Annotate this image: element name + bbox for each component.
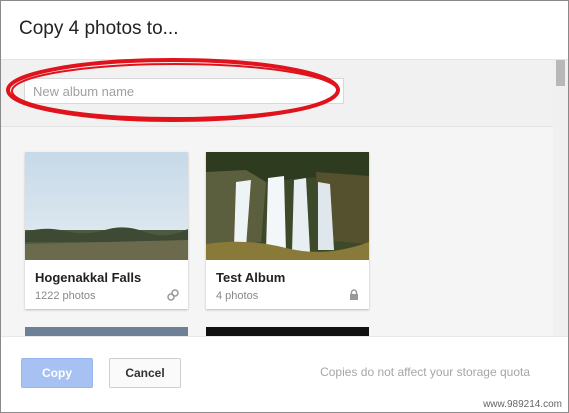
album-card-partial[interactable] <box>206 327 369 336</box>
link-icon <box>167 289 179 301</box>
album-card-partial[interactable] <box>25 327 188 336</box>
new-album-name-input[interactable] <box>24 78 344 104</box>
copy-button[interactable]: Copy <box>21 358 93 388</box>
scrollbar-thumb[interactable] <box>556 60 565 86</box>
album-grid: Hogenakkal Falls 1222 photos Test Album … <box>1 127 553 336</box>
lock-icon <box>350 289 358 300</box>
album-name: Test Album <box>216 270 286 285</box>
album-name-bar <box>1 60 553 127</box>
dialog-header: Copy 4 photos to... <box>1 1 568 60</box>
album-card-hogenakkal[interactable]: Hogenakkal Falls 1222 photos <box>25 152 188 309</box>
dialog-footer: Copy Cancel Copies do not affect your st… <box>1 336 568 412</box>
storage-quota-note: Copies do not affect your storage quota <box>320 365 530 379</box>
scrollbar[interactable] <box>553 60 568 336</box>
album-name: Hogenakkal Falls <box>35 270 142 285</box>
album-thumbnail <box>25 152 188 260</box>
album-card-test-album[interactable]: Test Album 4 photos <box>206 152 369 309</box>
album-photo-count: 4 photos <box>216 290 259 302</box>
album-photo-count: 1222 photos <box>35 290 96 302</box>
cancel-button[interactable]: Cancel <box>109 358 181 388</box>
album-thumbnail <box>206 152 369 260</box>
watermark: www.989214.com <box>483 399 562 410</box>
dialog-title: Copy 4 photos to... <box>19 18 179 39</box>
copy-photos-dialog: Copy 4 photos to... New album name Hogen… <box>0 0 569 413</box>
